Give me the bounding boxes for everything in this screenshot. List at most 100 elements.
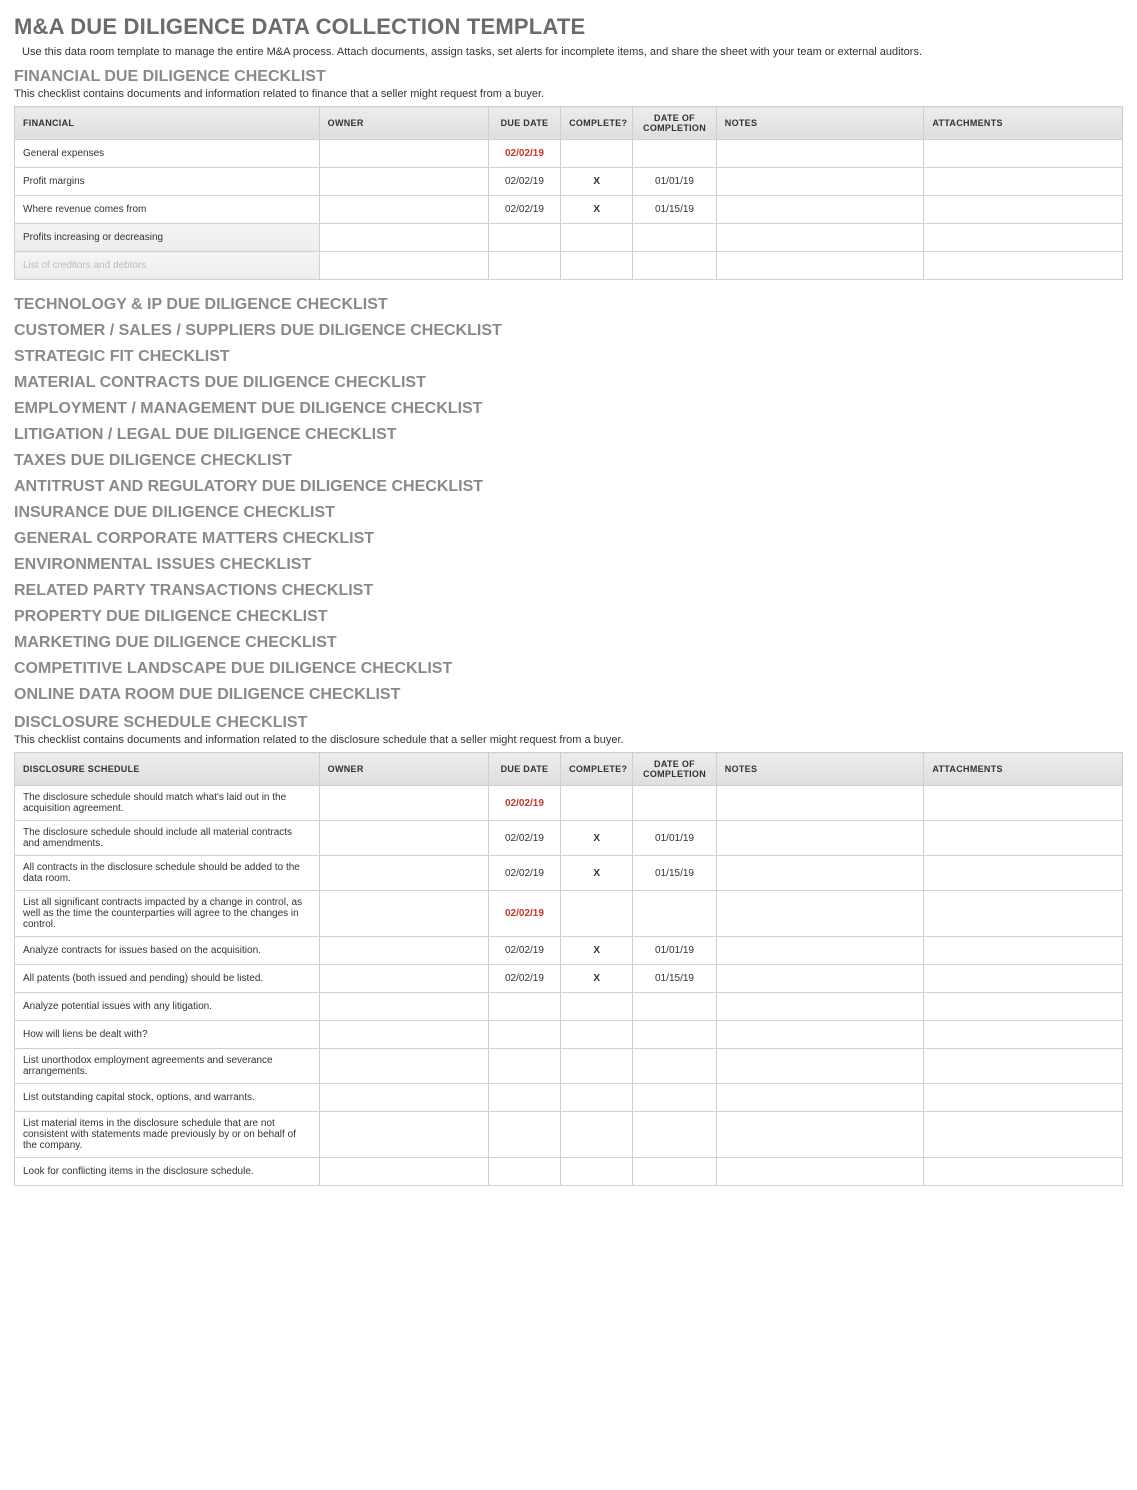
cell-attachments[interactable] <box>924 140 1123 168</box>
cell-item[interactable]: The disclosure schedule should include a… <box>15 821 320 856</box>
cell-complete[interactable] <box>561 891 633 937</box>
cell-complete[interactable]: X <box>561 168 633 196</box>
cell-complete[interactable] <box>561 224 633 252</box>
cell-due-date[interactable] <box>488 993 560 1021</box>
cell-due-date[interactable]: 02/02/19 <box>488 821 560 856</box>
cell-notes[interactable] <box>716 168 924 196</box>
cell-complete[interactable] <box>561 1112 633 1158</box>
cell-doc[interactable]: 01/01/19 <box>633 168 716 196</box>
cell-complete[interactable]: X <box>561 965 633 993</box>
cell-attachments[interactable] <box>924 1021 1123 1049</box>
cell-due-date[interactable] <box>488 1112 560 1158</box>
cell-doc[interactable]: 01/15/19 <box>633 856 716 891</box>
cell-complete[interactable] <box>561 1158 633 1186</box>
cell-attachments[interactable] <box>924 965 1123 993</box>
cell-notes[interactable] <box>716 993 924 1021</box>
cell-owner[interactable] <box>319 993 488 1021</box>
cell-owner[interactable] <box>319 1049 488 1084</box>
cell-attachments[interactable] <box>924 252 1123 280</box>
cell-owner[interactable] <box>319 168 488 196</box>
cell-complete[interactable] <box>561 993 633 1021</box>
cell-complete[interactable] <box>561 1084 633 1112</box>
cell-item[interactable]: Where revenue comes from <box>15 196 320 224</box>
cell-due-date[interactable] <box>488 1021 560 1049</box>
cell-doc[interactable] <box>633 993 716 1021</box>
cell-notes[interactable] <box>716 252 924 280</box>
cell-attachments[interactable] <box>924 1084 1123 1112</box>
cell-due-date[interactable]: 02/02/19 <box>488 856 560 891</box>
cell-doc[interactable]: 01/01/19 <box>633 821 716 856</box>
cell-owner[interactable] <box>319 1158 488 1186</box>
cell-notes[interactable] <box>716 1112 924 1158</box>
cell-doc[interactable] <box>633 1049 716 1084</box>
cell-doc[interactable] <box>633 786 716 821</box>
cell-owner[interactable] <box>319 1112 488 1158</box>
cell-item[interactable]: Profits increasing or decreasing <box>15 224 320 252</box>
cell-attachments[interactable] <box>924 821 1123 856</box>
cell-item[interactable]: Analyze potential issues with any litiga… <box>15 993 320 1021</box>
cell-due-date[interactable]: 02/02/19 <box>488 196 560 224</box>
cell-attachments[interactable] <box>924 1049 1123 1084</box>
cell-doc[interactable] <box>633 1112 716 1158</box>
cell-owner[interactable] <box>319 891 488 937</box>
cell-owner[interactable] <box>319 965 488 993</box>
cell-notes[interactable] <box>716 856 924 891</box>
cell-complete[interactable]: X <box>561 821 633 856</box>
cell-notes[interactable] <box>716 140 924 168</box>
cell-owner[interactable] <box>319 1084 488 1112</box>
cell-doc[interactable] <box>633 224 716 252</box>
cell-doc[interactable] <box>633 252 716 280</box>
cell-attachments[interactable] <box>924 856 1123 891</box>
cell-complete[interactable] <box>561 786 633 821</box>
cell-complete[interactable]: X <box>561 937 633 965</box>
cell-notes[interactable] <box>716 224 924 252</box>
cell-complete[interactable]: X <box>561 856 633 891</box>
cell-due-date[interactable]: 02/02/19 <box>488 891 560 937</box>
cell-notes[interactable] <box>716 1084 924 1112</box>
cell-doc[interactable] <box>633 140 716 168</box>
cell-attachments[interactable] <box>924 1112 1123 1158</box>
cell-attachments[interactable] <box>924 891 1123 937</box>
cell-item[interactable]: How will liens be dealt with? <box>15 1021 320 1049</box>
cell-attachments[interactable] <box>924 786 1123 821</box>
cell-item[interactable]: List material items in the disclosure sc… <box>15 1112 320 1158</box>
cell-doc[interactable] <box>633 1158 716 1186</box>
cell-doc[interactable] <box>633 891 716 937</box>
cell-item[interactable]: All contracts in the disclosure schedule… <box>15 856 320 891</box>
cell-attachments[interactable] <box>924 993 1123 1021</box>
cell-owner[interactable] <box>319 1021 488 1049</box>
cell-notes[interactable] <box>716 1158 924 1186</box>
cell-owner[interactable] <box>319 937 488 965</box>
cell-item[interactable]: General expenses <box>15 140 320 168</box>
cell-owner[interactable] <box>319 140 488 168</box>
cell-owner[interactable] <box>319 856 488 891</box>
cell-notes[interactable] <box>716 821 924 856</box>
cell-attachments[interactable] <box>924 1158 1123 1186</box>
cell-doc[interactable]: 01/01/19 <box>633 937 716 965</box>
cell-item[interactable]: Profit margins <box>15 168 320 196</box>
cell-item[interactable]: All patents (both issued and pending) sh… <box>15 965 320 993</box>
cell-item[interactable]: Analyze contracts for issues based on th… <box>15 937 320 965</box>
cell-due-date[interactable] <box>488 252 560 280</box>
cell-doc[interactable]: 01/15/19 <box>633 965 716 993</box>
cell-due-date[interactable] <box>488 224 560 252</box>
cell-due-date[interactable]: 02/02/19 <box>488 786 560 821</box>
cell-due-date[interactable]: 02/02/19 <box>488 937 560 965</box>
cell-doc[interactable] <box>633 1021 716 1049</box>
cell-doc[interactable]: 01/15/19 <box>633 196 716 224</box>
cell-owner[interactable] <box>319 252 488 280</box>
cell-complete[interactable] <box>561 140 633 168</box>
cell-owner[interactable] <box>319 224 488 252</box>
cell-due-date[interactable] <box>488 1084 560 1112</box>
cell-doc[interactable] <box>633 1084 716 1112</box>
cell-attachments[interactable] <box>924 224 1123 252</box>
cell-complete[interactable] <box>561 1049 633 1084</box>
cell-notes[interactable] <box>716 786 924 821</box>
cell-complete[interactable] <box>561 1021 633 1049</box>
cell-notes[interactable] <box>716 891 924 937</box>
cell-item[interactable]: List unorthodox employment agreements an… <box>15 1049 320 1084</box>
cell-complete[interactable] <box>561 252 633 280</box>
cell-notes[interactable] <box>716 196 924 224</box>
cell-notes[interactable] <box>716 965 924 993</box>
cell-item[interactable]: List outstanding capital stock, options,… <box>15 1084 320 1112</box>
